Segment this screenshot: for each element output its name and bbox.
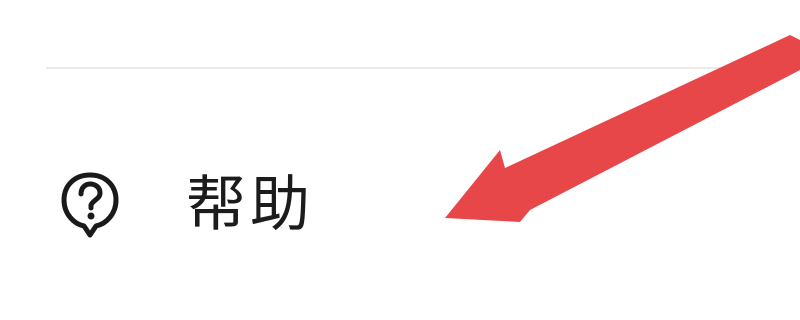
help-question-bubble-icon [56, 169, 124, 241]
help-menu-label: 帮助 [186, 170, 314, 240]
help-menu-item[interactable]: 帮助 [46, 150, 406, 260]
menu-divider [46, 67, 800, 69]
settings-menu-screen: 帮助 [0, 0, 800, 320]
